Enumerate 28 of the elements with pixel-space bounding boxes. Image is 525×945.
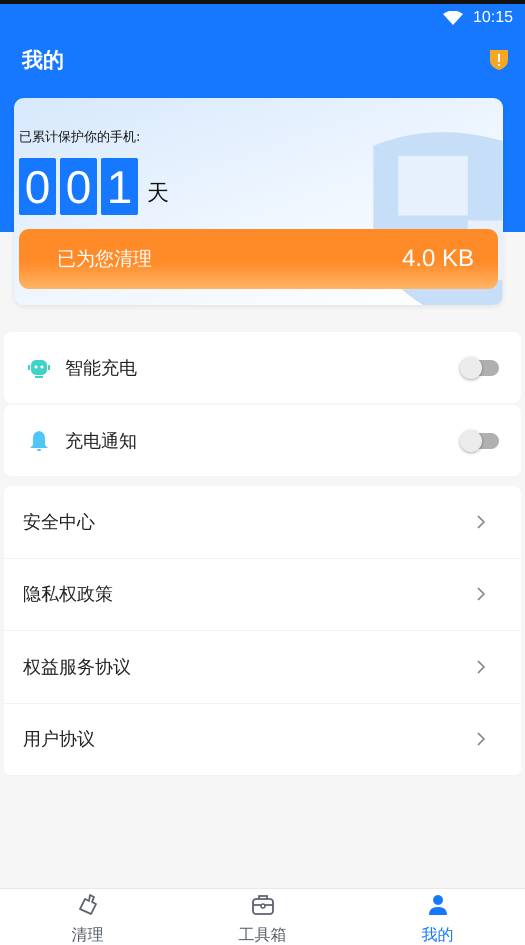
nav-tab[interactable]: 我的	[350, 889, 525, 945]
chevron-right-icon	[477, 732, 485, 746]
chevron-right-icon	[477, 587, 485, 602]
toolbox-icon	[250, 893, 274, 917]
status-time: 10:15	[472, 9, 513, 27]
day-unit: 天	[147, 180, 169, 208]
day-digit: 0	[60, 158, 97, 215]
toggle-switch[interactable]	[463, 360, 499, 376]
nav-tab[interactable]: 清理	[0, 889, 175, 945]
chevron-right-icon	[477, 514, 485, 529]
menu-item[interactable]: 用户协议	[4, 704, 521, 776]
shield-warning-icon[interactable]	[489, 49, 509, 71]
cleaned-amount: 4.0 KB	[402, 245, 474, 273]
protection-caption: 已累计保护你的手机:	[19, 129, 142, 146]
menu-item[interactable]: 隐私权政策	[4, 558, 521, 631]
page-title: 我的	[22, 47, 64, 74]
wifi-icon	[442, 11, 463, 25]
day-digit: 1	[101, 158, 138, 215]
day-digit: 0	[19, 158, 56, 215]
nav-tab[interactable]: 工具箱	[175, 889, 350, 945]
menu-item[interactable]: 安全中心	[4, 486, 521, 558]
toggle-switch[interactable]	[463, 432, 499, 448]
setting-label: 充电通知	[65, 430, 138, 452]
bell-icon	[28, 430, 50, 452]
menu-item[interactable]: 权益服务协议	[4, 631, 521, 704]
setting-label: 智能充电	[65, 356, 138, 380]
cleaned-label: 已为您清理	[57, 247, 152, 272]
chevron-right-icon	[477, 660, 485, 674]
